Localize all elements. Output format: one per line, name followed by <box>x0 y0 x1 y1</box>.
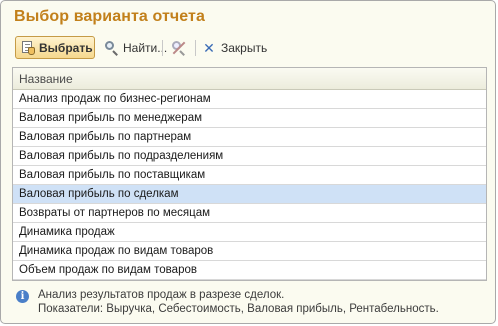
list-item[interactable]: Валовая прибыль по поставщикам <box>13 166 486 185</box>
close-button[interactable]: ✕ Закрыть <box>201 36 267 59</box>
cancel-search-icon <box>171 40 187 56</box>
toolbar-separator <box>195 40 196 56</box>
search-icon <box>104 40 120 56</box>
close-icon: ✕ <box>203 39 215 56</box>
list-item[interactable]: Анализ продаж по бизнес-регионам <box>13 90 486 109</box>
list-item[interactable]: Динамика продаж по видам товаров <box>13 242 486 261</box>
description-line-1: Анализ результатов продаж в разрезе сдел… <box>38 289 285 301</box>
list-item[interactable]: Валовая прибыль по менеджерам <box>13 109 486 128</box>
toolbar: Выбрать Найти... ✕ Закрыть <box>12 36 487 60</box>
list-item[interactable]: Динамика продаж <box>13 223 486 242</box>
info-icon: i <box>16 290 29 303</box>
cancel-search-button[interactable] <box>170 36 190 59</box>
list-item[interactable]: Валовая прибыль по подразделениям <box>13 147 486 166</box>
list-item-selected[interactable]: Валовая прибыль по сделкам <box>13 185 486 204</box>
window-title: Выбор варианта отчета <box>14 8 205 25</box>
list-item[interactable]: Возвраты от партнеров по месяцам <box>13 204 486 223</box>
report-variant-window: Выбор варианта отчета Выбрать Найти... ✕… <box>0 0 496 324</box>
close-button-label: Закрыть <box>221 40 268 55</box>
toolbar-separator <box>162 40 163 56</box>
select-button[interactable]: Выбрать <box>15 36 95 59</box>
variant-list[interactable]: Название Анализ продаж по бизнес-региона… <box>12 67 487 281</box>
select-button-label: Выбрать <box>39 40 93 55</box>
column-header-name[interactable]: Название <box>13 68 486 90</box>
description-line-2: Показатели: Выручка, Себестоимость, Вало… <box>38 303 439 315</box>
find-button[interactable]: Найти... <box>104 36 167 59</box>
find-button-label: Найти... <box>123 40 168 55</box>
select-icon <box>20 40 36 56</box>
description-text: Анализ результатов продаж в разрезе сдел… <box>38 288 439 316</box>
list-item[interactable]: Объем продаж по видам товаров <box>13 261 486 280</box>
list-item[interactable]: Валовая прибыль по партнерам <box>13 128 486 147</box>
